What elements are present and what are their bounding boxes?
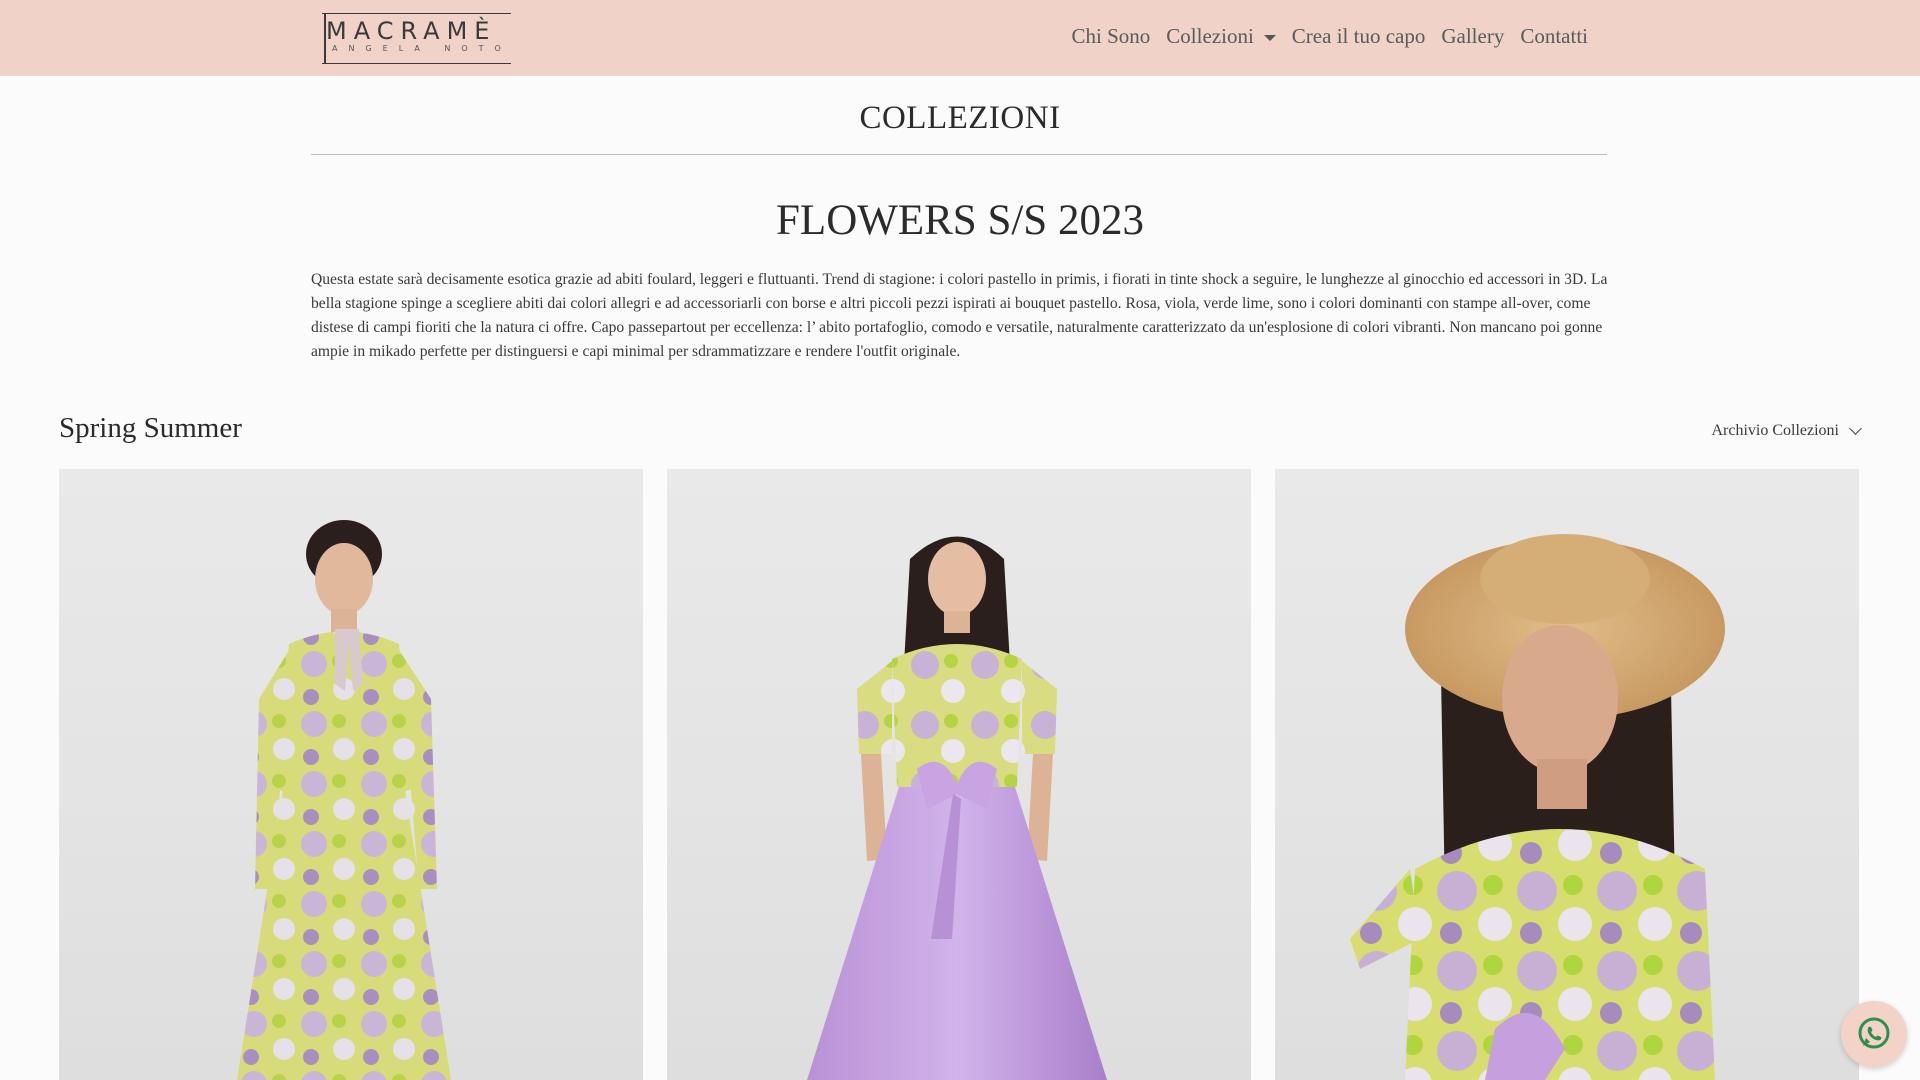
archive-collections-dropdown[interactable]: Archivio Collezioni [1711, 422, 1862, 440]
logo-wordmark: MACRAMÈ [326, 17, 497, 45]
main-nav: Chi Sono Collezioni Crea il tuo capo Gal… [1072, 24, 1588, 49]
dress-photo [237, 520, 451, 1080]
nav-item-label: Collezioni [1166, 24, 1254, 48]
logo-rule-top [322, 13, 511, 14]
page-title: COLLEZIONI [859, 100, 1061, 136]
whatsapp-button[interactable] [1841, 1001, 1907, 1067]
whatsapp-icon [1858, 1017, 1890, 1049]
collection-description: Questa estate sarà decisamente esotica g… [311, 270, 1608, 360]
nav-item-collezioni[interactable]: Collezioni [1166, 24, 1276, 49]
chevron-down-icon [1849, 422, 1862, 435]
gallery-item-hat-portrait[interactable] [1275, 469, 1859, 1080]
nav-item-label: Gallery [1441, 24, 1505, 48]
logo-subtitle: ANGELA NOTO [332, 44, 512, 53]
nav-item-label: Crea il tuo capo [1291, 24, 1426, 48]
gallery-item-skirt-outfit[interactable] [667, 469, 1251, 1080]
nav-item-crea-il-tuo-capo[interactable]: Crea il tuo capo [1292, 24, 1426, 49]
skirt-outfit-photo [807, 536, 1107, 1080]
collection-title: FLOWERS S/S 2023 [776, 197, 1144, 244]
brand-logo[interactable]: MACRAMÈ ANGELA NOTO [322, 11, 511, 65]
title-divider [311, 154, 1607, 155]
nav-item-label: Contatti [1520, 24, 1588, 48]
nav-item-gallery[interactable]: Gallery [1441, 24, 1504, 49]
gallery-item-dress[interactable] [59, 469, 643, 1080]
site-header: MACRAMÈ ANGELA NOTO Chi Sono Collezioni … [0, 0, 1920, 76]
caret-down-icon [1263, 34, 1276, 41]
nav-item-chi-sono[interactable]: Chi Sono [1072, 24, 1151, 49]
season-title: Spring Summer [59, 412, 242, 444]
archive-label: Archivio Collezioni [1711, 422, 1839, 439]
nav-item-contatti[interactable]: Contatti [1520, 24, 1588, 49]
hat-portrait-photo [1350, 534, 1725, 1080]
nav-item-label: Chi Sono [1071, 24, 1151, 48]
logo-rule-bottom [322, 63, 511, 64]
